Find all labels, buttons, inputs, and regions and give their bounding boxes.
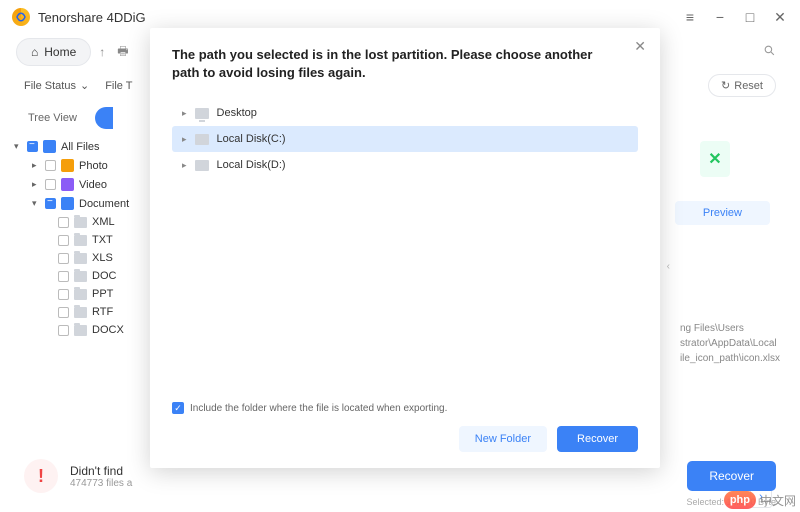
caret-down-icon: ▾ xyxy=(32,198,40,209)
watermark-badge: php xyxy=(724,491,756,509)
view-toggle-pill[interactable] xyxy=(95,107,113,129)
checkbox[interactable] xyxy=(58,289,69,300)
checkbox[interactable] xyxy=(27,141,38,152)
home-button[interactable]: ⌂ Home xyxy=(16,38,91,66)
app-title: Tenorshare 4DDiG xyxy=(38,10,146,25)
checkbox[interactable] xyxy=(45,179,56,190)
path-row-local-c[interactable]: ▸ Local Disk(C:) xyxy=(172,126,638,152)
document-icon xyxy=(61,197,74,210)
tree-row-docx[interactable]: DOCX xyxy=(8,321,170,339)
path-row-desktop[interactable]: ▸ Desktop xyxy=(172,100,638,126)
path-row-local-d[interactable]: ▸ Local Disk(D:) xyxy=(172,152,638,178)
preview-button[interactable]: Preview xyxy=(675,201,770,225)
video-icon xyxy=(61,178,74,191)
file-status-filter[interactable]: File Status ⌄ xyxy=(24,79,89,92)
search-icon xyxy=(763,44,776,60)
checkbox[interactable] xyxy=(58,271,69,282)
collapse-icon[interactable]: ‹ xyxy=(667,261,670,272)
photo-icon xyxy=(61,159,74,172)
caret-right-icon: ▸ xyxy=(182,134,187,145)
file-path-text: ng Files\Users strator\AppData\Local ile… xyxy=(680,321,780,366)
save-path-modal: ✕ The path you selected is in the lost p… xyxy=(150,28,660,468)
tree-row-txt[interactable]: TXT xyxy=(8,231,170,249)
reset-icon: ↻ xyxy=(721,79,730,92)
folder-icon xyxy=(74,289,87,300)
checkbox[interactable] xyxy=(45,160,56,171)
scan-summary: Didn't find 474773 files a xyxy=(70,464,132,489)
home-icon: ⌂ xyxy=(31,45,38,59)
modal-title: The path you selected is in the lost par… xyxy=(172,46,638,82)
checkbox[interactable] xyxy=(58,235,69,246)
modal-recover-button[interactable]: Recover xyxy=(557,426,638,452)
tree-row-video[interactable]: ▸ Video xyxy=(8,175,170,194)
include-folder-option[interactable]: ✓ Include the folder where the file is l… xyxy=(172,402,447,414)
chevron-down-icon: ⌄ xyxy=(80,79,89,92)
tree-row-all-files[interactable]: ▾ All Files xyxy=(8,137,170,156)
recover-button[interactable]: Recover xyxy=(687,461,776,491)
folder-icon xyxy=(74,253,87,264)
caret-right-icon: ▸ xyxy=(32,179,40,190)
caret-right-icon: ▸ xyxy=(182,160,187,171)
caret-right-icon: ▸ xyxy=(32,160,40,171)
path-list: ▸ Desktop ▸ Local Disk(C:) ▸ Local Disk(… xyxy=(172,100,638,178)
caret-right-icon: ▸ xyxy=(182,108,187,119)
tree-row-ppt[interactable]: PPT xyxy=(8,285,170,303)
file-type-filter[interactable]: File T xyxy=(105,80,132,92)
folder-icon xyxy=(74,217,87,228)
caret-down-icon: ▾ xyxy=(14,141,22,152)
checkbox[interactable] xyxy=(58,325,69,336)
reset-button[interactable]: ↻ Reset xyxy=(708,74,776,97)
sidebar: Tree View ▾ All Files ▸ Photo ▸ Video xyxy=(0,101,170,512)
watermark-text: 中文网 xyxy=(760,492,796,509)
new-folder-button[interactable]: New Folder xyxy=(459,426,547,452)
tree-row-document[interactable]: ▾ Document xyxy=(8,194,170,213)
warning-icon: ! xyxy=(24,459,58,493)
desktop-icon xyxy=(195,108,209,119)
file-tree: ▾ All Files ▸ Photo ▸ Video ▾ xyxy=(8,137,170,339)
printer-icon[interactable]: 🖶 xyxy=(117,42,128,63)
tree-row-photo[interactable]: ▸ Photo xyxy=(8,156,170,175)
disk-icon xyxy=(195,160,209,171)
folder-icon xyxy=(43,140,56,153)
close-icon[interactable]: ✕ xyxy=(634,38,646,55)
disk-icon xyxy=(195,134,209,145)
folder-icon xyxy=(74,325,87,336)
tree-row-rtf[interactable]: RTF xyxy=(8,303,170,321)
watermark: php 中文网 xyxy=(724,491,796,509)
checkbox[interactable] xyxy=(58,217,69,228)
tree-row-xml[interactable]: XML xyxy=(8,213,170,231)
tree-row-xls[interactable]: XLS xyxy=(8,249,170,267)
up-icon[interactable]: ↑ xyxy=(99,45,105,59)
tree-row-doc[interactable]: DOC xyxy=(8,267,170,285)
folder-icon xyxy=(74,307,87,318)
folder-icon xyxy=(74,271,87,282)
tree-view-button[interactable]: Tree View xyxy=(18,108,87,128)
home-label: Home xyxy=(44,45,76,59)
checkbox-checked[interactable]: ✓ xyxy=(172,402,184,414)
app-logo-icon xyxy=(12,8,30,26)
folder-icon xyxy=(74,235,87,246)
minimize-icon[interactable]: − xyxy=(712,9,728,25)
maximize-icon[interactable]: □ xyxy=(742,9,758,25)
file-thumbnail: ✕ xyxy=(700,141,730,177)
checkbox[interactable] xyxy=(58,253,69,264)
checkbox[interactable] xyxy=(45,198,56,209)
close-window-icon[interactable]: ✕ xyxy=(772,9,788,25)
checkbox[interactable] xyxy=(58,307,69,318)
menu-icon[interactable]: ≡ xyxy=(682,9,698,25)
